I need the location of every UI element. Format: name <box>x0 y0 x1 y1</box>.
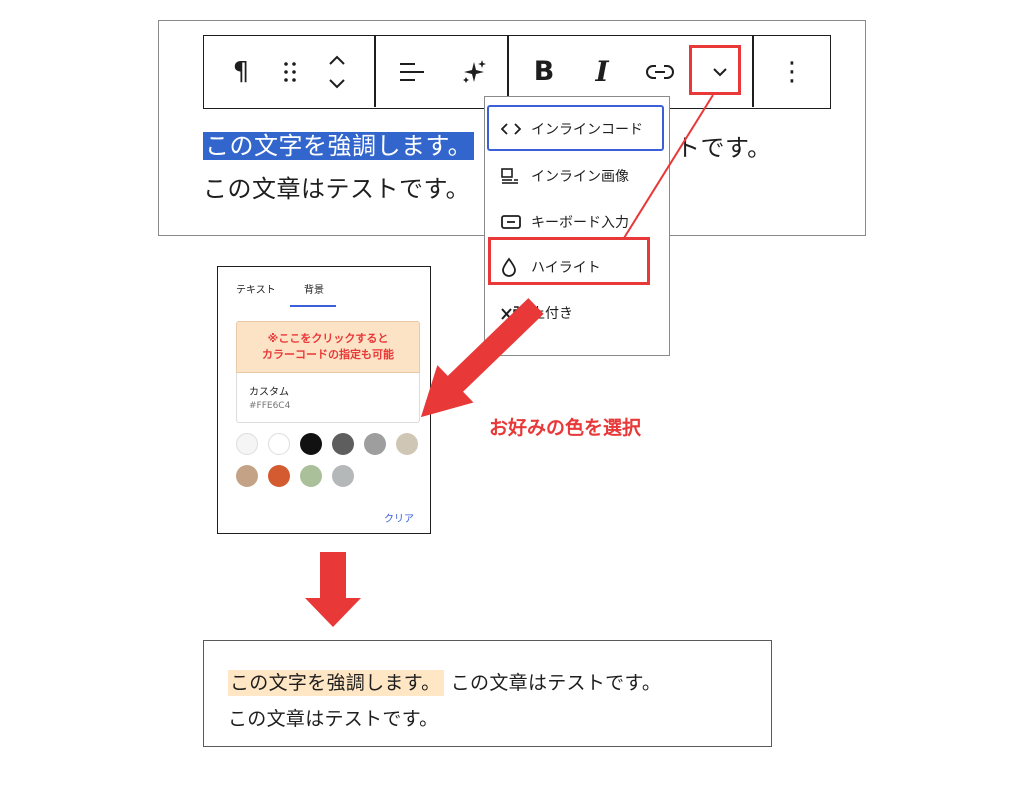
align-button[interactable] <box>380 36 444 107</box>
paragraph-icon: ¶ <box>232 56 250 87</box>
note-line-2: カラーコードの指定も可能 <box>262 348 394 361</box>
sparkles-icon <box>463 59 486 83</box>
menu-item-label: インラインコード <box>531 122 643 138</box>
highlighted-text: この文字を強調します。 <box>228 670 445 696</box>
custom-color-picker[interactable]: カスタム #FFE6C4 <box>236 373 420 423</box>
more-formats-highlight <box>689 45 741 95</box>
editor-line-1-rest: トです。 <box>676 134 772 162</box>
custom-color-hex: #FFE6C4 <box>249 401 291 411</box>
link-icon <box>646 64 674 79</box>
drag-handle[interactable] <box>270 36 310 107</box>
color-swatch[interactable] <box>268 433 290 455</box>
note-line-1: ※ここをクリックすると <box>267 332 389 345</box>
bold-label: B <box>533 56 555 87</box>
drag-icon <box>284 61 296 82</box>
color-swatch[interactable] <box>332 433 354 455</box>
chevron-up-down-icon <box>329 55 345 88</box>
instruction-caption: お好みの色を選択 <box>489 417 642 439</box>
keyboard-icon <box>501 215 523 229</box>
color-swatch[interactable] <box>300 465 322 487</box>
color-swatch[interactable] <box>300 433 322 455</box>
superscript-icon <box>501 305 523 321</box>
more-vertical-icon: ⋮ <box>779 56 805 87</box>
color-swatch[interactable] <box>332 465 354 487</box>
color-swatch[interactable] <box>268 465 290 487</box>
editor-line-2[interactable]: この文章はテストです。 <box>203 169 470 204</box>
menu-item-superscript[interactable]: 上付き <box>485 291 669 335</box>
selected-text: この文字を強調します。 <box>203 132 475 160</box>
highlight-color-panel: テキスト 背景 ※ここをクリックすると カラーコードの指定も可能 カスタム #F… <box>217 266 431 534</box>
color-swatch[interactable] <box>236 465 258 487</box>
menu-item-label: インライン画像 <box>531 169 629 185</box>
move-up-down-button[interactable] <box>312 36 362 107</box>
custom-color-note: ※ここをクリックすると カラーコードの指定も可能 <box>236 321 420 373</box>
code-icon <box>501 122 523 136</box>
toolbar-divider <box>752 36 754 107</box>
options-button[interactable]: ⋮ <box>760 36 824 107</box>
color-swatch[interactable] <box>364 433 386 455</box>
toolbar-divider <box>374 36 376 107</box>
align-left-icon <box>400 62 424 81</box>
result-line-1-rest: この文章はテストです。 <box>450 672 662 694</box>
italic-label: I <box>595 54 609 88</box>
result-line-2: この文章はテストです。 <box>228 708 439 730</box>
menu-item-inline-image[interactable]: インライン画像 <box>485 154 669 198</box>
paragraph-button[interactable]: ¶ <box>212 36 270 107</box>
down-arrow <box>305 552 361 627</box>
image-icon <box>501 168 523 184</box>
clear-button[interactable]: クリア <box>384 510 414 525</box>
active-tab-indicator <box>290 305 336 307</box>
result-line-1: この文字を強調します。 この文章はテストです。 <box>228 668 662 696</box>
tab-text[interactable]: テキスト <box>236 281 276 296</box>
menu-item-label: 上付き <box>531 306 573 322</box>
custom-color-label: カスタム <box>249 387 289 398</box>
menu-item-label: キーボード入力 <box>531 215 629 231</box>
color-swatch[interactable] <box>236 433 258 455</box>
tab-background[interactable]: 背景 <box>304 281 324 296</box>
format-dropdown-menu: インラインコード インライン画像 キーボード入力 ハイライト 上付き <box>484 96 670 356</box>
highlight-item-marker <box>488 237 650 285</box>
editor-line-1[interactable]: この文字を強調します。 <box>203 126 475 161</box>
menu-item-inline-code[interactable]: インラインコード <box>485 107 669 151</box>
color-swatch[interactable] <box>396 433 418 455</box>
